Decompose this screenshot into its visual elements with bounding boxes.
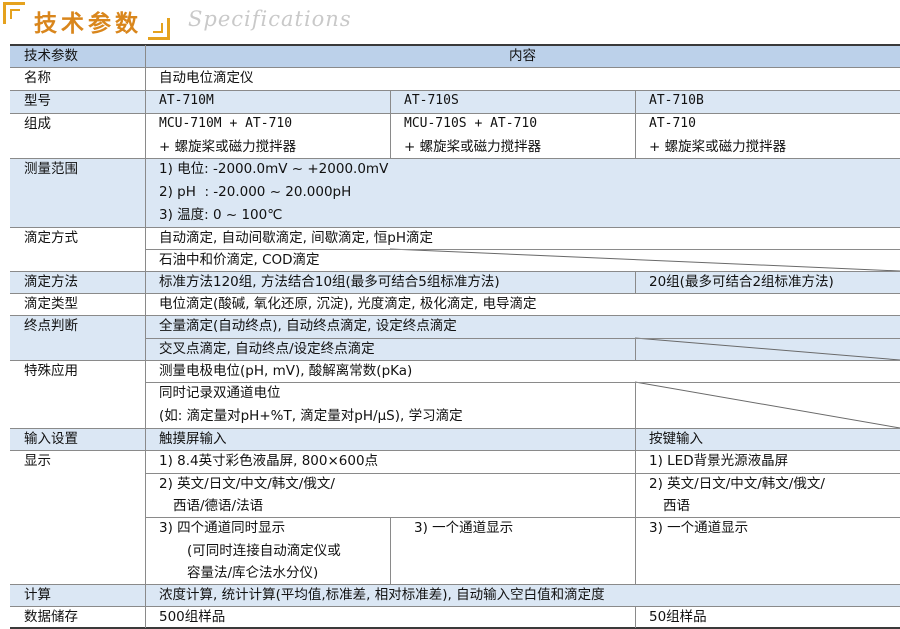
- column-divider: [635, 90, 636, 158]
- row-divider: [10, 450, 900, 451]
- row-divider: [145, 249, 900, 250]
- column-divider: [635, 382, 636, 584]
- row-divider: [10, 158, 900, 159]
- column-divider: [635, 271, 636, 293]
- row-divider: [10, 90, 900, 91]
- column-divider: [145, 45, 146, 628]
- row-divider: [10, 293, 900, 294]
- column-divider: [635, 606, 636, 628]
- row-divider: [10, 360, 900, 361]
- row-divider: [10, 227, 900, 228]
- row-divider: [10, 428, 900, 429]
- row-divider: [10, 584, 900, 585]
- column-divider: [390, 90, 391, 158]
- row-divider: [10, 315, 900, 316]
- row-divider: [10, 271, 900, 272]
- column-divider: [635, 338, 636, 360]
- row-divider: [10, 606, 900, 607]
- table-top-border: [10, 44, 900, 46]
- row-divider: [10, 67, 900, 68]
- diagonal-endpoint: [634, 337, 900, 361]
- diagonal-titration-mode: [389, 248, 900, 272]
- row-divider: [145, 382, 900, 383]
- row-divider: [145, 473, 900, 474]
- row-divider: [10, 113, 900, 114]
- row-divider: [145, 338, 900, 339]
- column-divider: [390, 517, 391, 584]
- row-divider: [145, 517, 900, 518]
- diagonal-special: [634, 381, 900, 429]
